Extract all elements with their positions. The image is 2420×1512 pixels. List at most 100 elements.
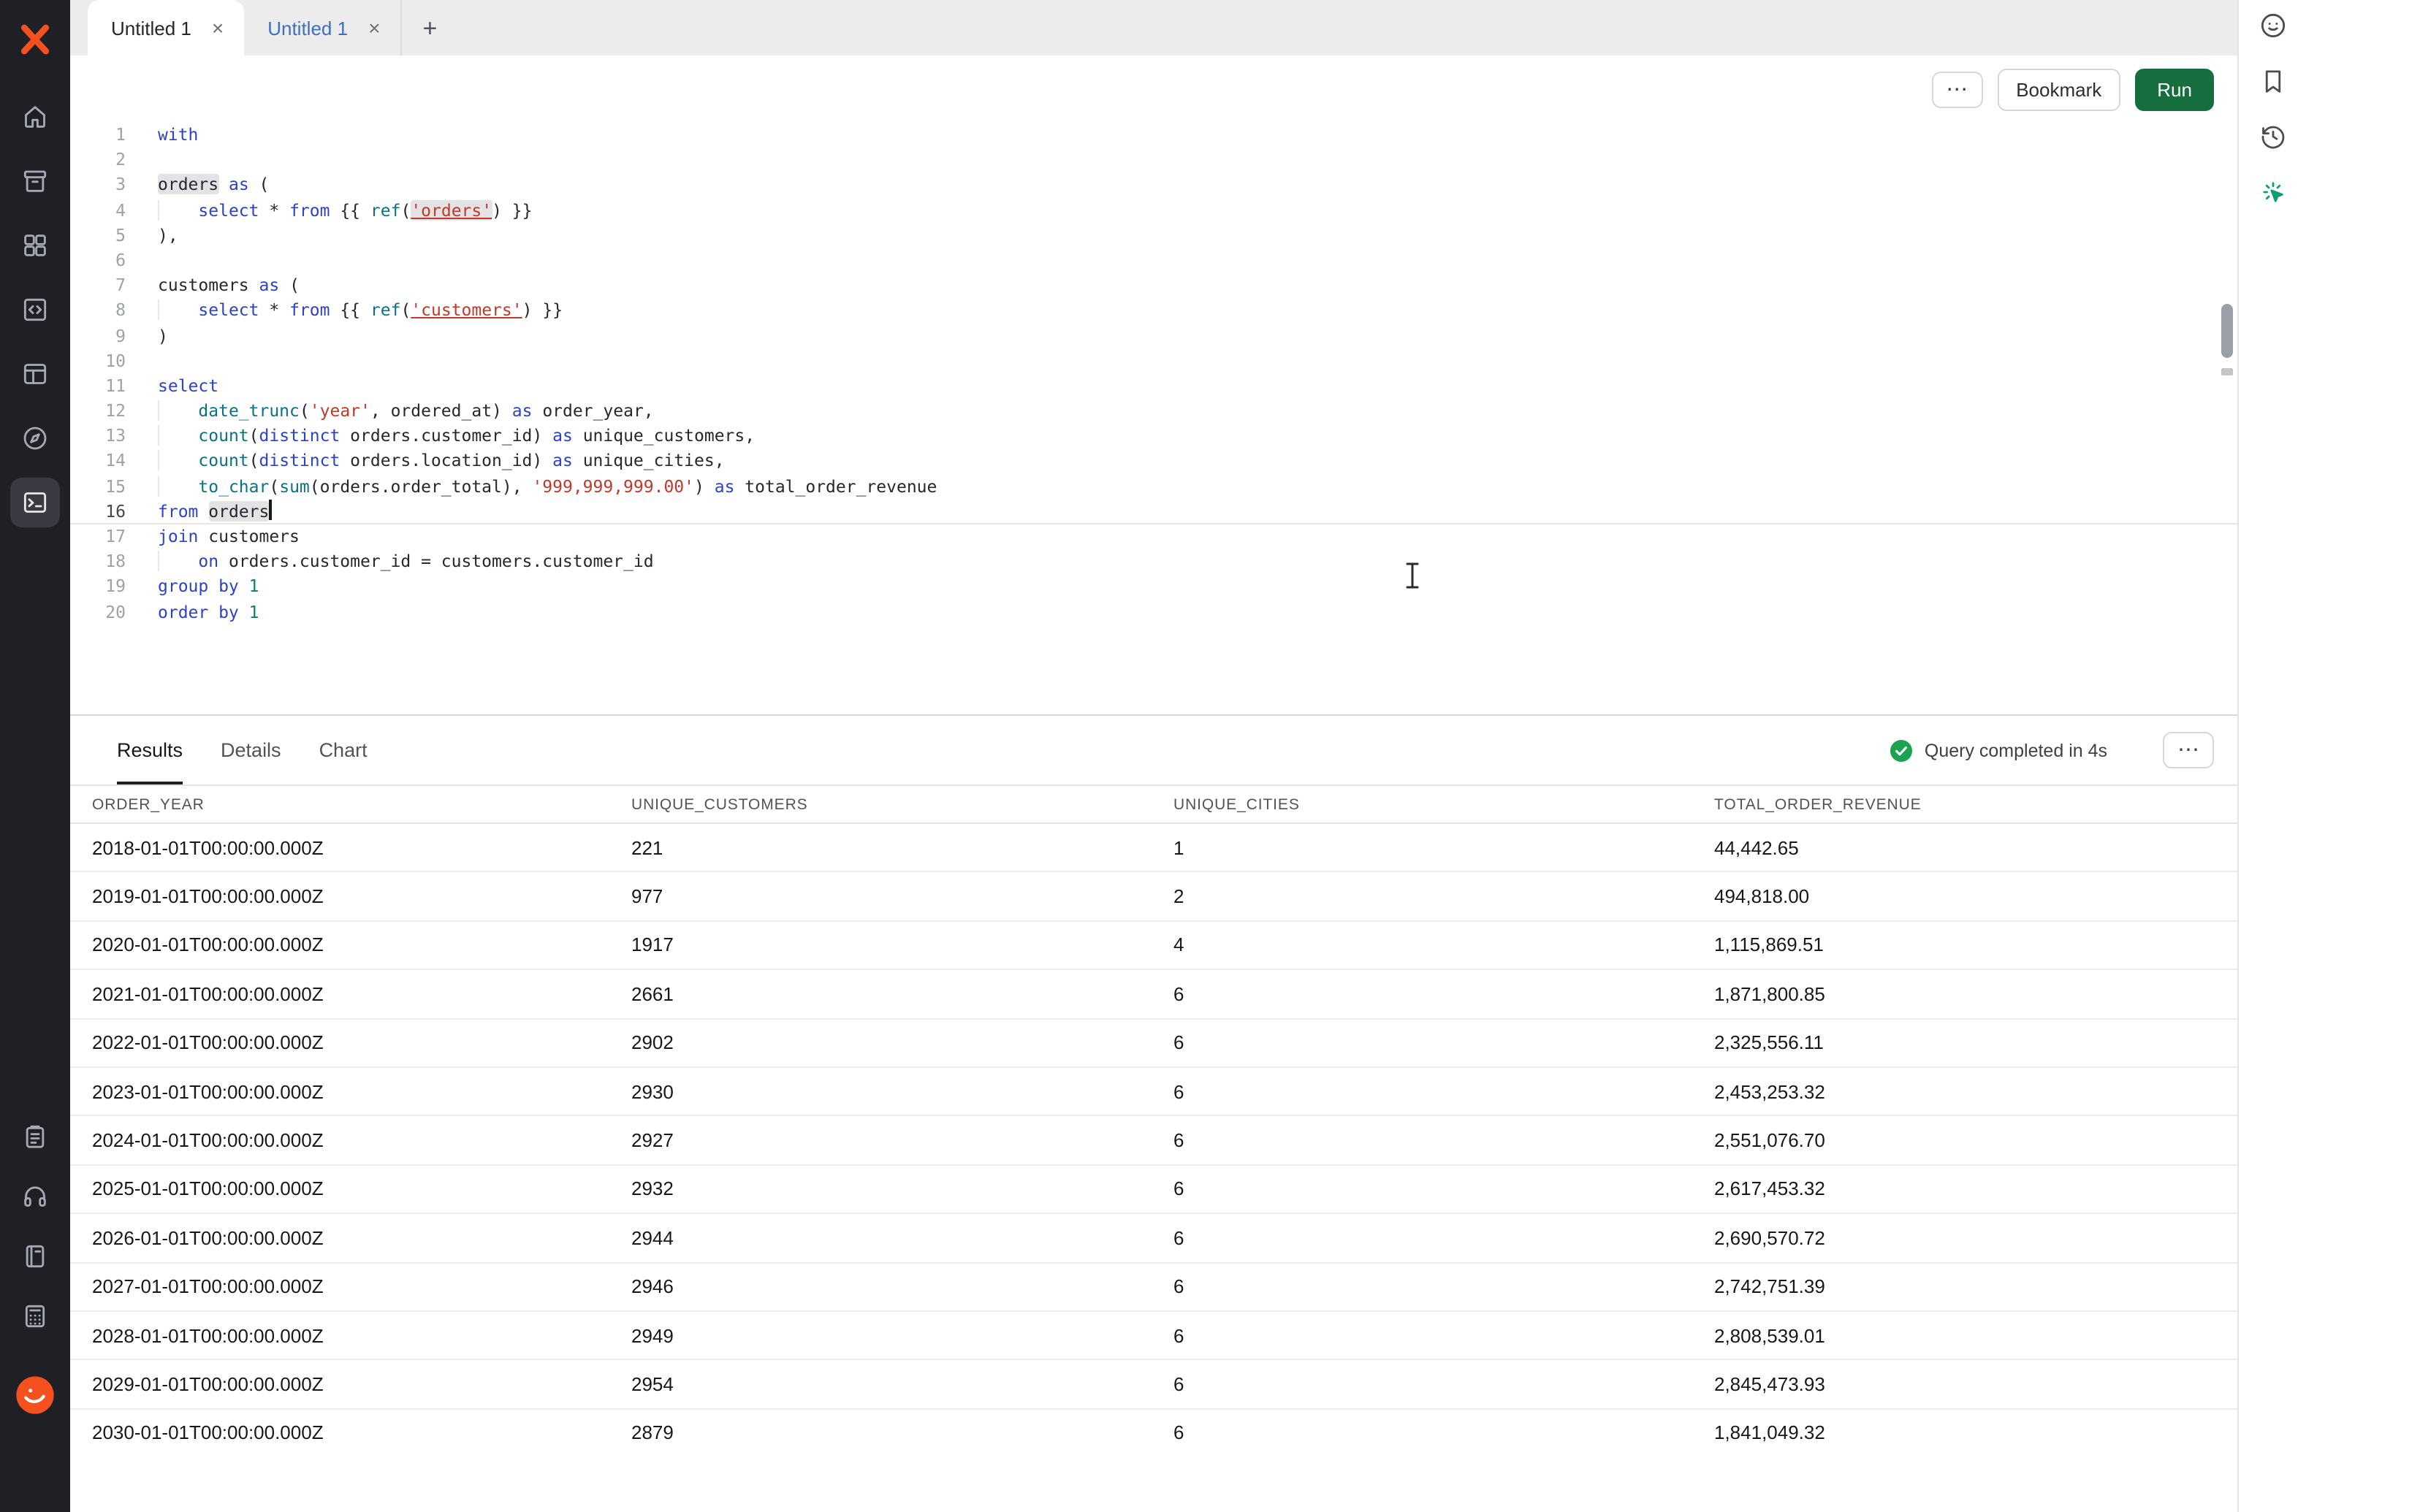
tab-results[interactable]: Results [117, 716, 183, 784]
code-text: ), [158, 224, 2237, 248]
check-circle-icon [1890, 738, 1913, 762]
editor-line-15[interactable]: 15 to_char(sum(orders.order_total), '999… [70, 474, 2237, 499]
tab-label: Untitled 1 [267, 17, 348, 39]
close-icon[interactable]: × [365, 15, 383, 41]
table-cell: 6 [1173, 1324, 1714, 1346]
calculator-icon[interactable] [10, 1291, 60, 1341]
explore-compass-icon[interactable] [10, 413, 60, 463]
editor-line-2[interactable]: 2 [70, 148, 2237, 172]
line-number: 1 [70, 123, 158, 148]
editor-line-9[interactable]: 9) [70, 324, 2237, 348]
editor-line-8[interactable]: 8 select * from {{ ref('customers') }} [70, 299, 2237, 324]
table-row[interactable]: 2019-01-01T00:00:00.000Z9772494,818.00 [70, 873, 2237, 922]
table-cell: 44,442.65 [1714, 836, 2237, 858]
editor-line-7[interactable]: 7customers as ( [70, 273, 2237, 298]
editor-scrollbar-thumb[interactable] [2221, 304, 2233, 358]
app-logo-icon[interactable] [13, 18, 57, 61]
editor-line-1[interactable]: 1with [70, 123, 2237, 148]
editor-line-10[interactable]: 10 [70, 348, 2237, 373]
copilot-icon[interactable] [2250, 3, 2294, 47]
column-header-unique-customers[interactable]: UNIQUE_CUSTOMERS [631, 795, 1173, 813]
table-cell: 6 [1173, 1032, 1714, 1054]
results-more-button[interactable]: ⋯ [2163, 732, 2214, 768]
table-cell: 6 [1173, 1373, 1714, 1395]
support-headphones-icon[interactable] [10, 1172, 60, 1221]
editor-line-12[interactable]: 12 date_trunc('year', ordered_at) as ord… [70, 399, 2237, 424]
run-button[interactable]: Run [2135, 68, 2214, 110]
editor-line-5[interactable]: 5), [70, 224, 2237, 248]
tab-details[interactable]: Details [221, 716, 281, 784]
table-cell: 2,742,751.39 [1714, 1275, 2237, 1297]
table-row[interactable]: 2021-01-01T00:00:00.000Z266161,871,800.8… [70, 970, 2237, 1019]
clipboard-icon[interactable] [10, 1112, 60, 1161]
table-cell: 2018-01-01T00:00:00.000Z [92, 836, 631, 858]
tab-untitled-1[interactable]: Untitled 1 × [88, 0, 244, 56]
editor-line-14[interactable]: 14 count(distinct orders.location_id) as… [70, 449, 2237, 474]
editor-line-13[interactable]: 13 count(distinct orders.customer_id) as… [70, 424, 2237, 449]
editor-line-18[interactable]: 18 on orders.customer_id = customers.cus… [70, 549, 2237, 574]
results-tab-bar: Results Details Chart Query completed in… [70, 716, 2237, 786]
bookmarks-icon[interactable] [2250, 58, 2294, 102]
table-cell: 2,845,473.93 [1714, 1373, 2237, 1395]
table-cell: 2879 [631, 1422, 1173, 1442]
table-row[interactable]: 2030-01-01T00:00:00.000Z287961,841,049.3… [70, 1409, 2237, 1442]
apps-grid-icon[interactable] [10, 221, 60, 270]
editor-line-6[interactable]: 6 [70, 248, 2237, 273]
table-row[interactable]: 2020-01-01T00:00:00.000Z191741,115,869.5… [70, 922, 2237, 971]
docs-book-icon[interactable] [10, 1232, 60, 1281]
table-row[interactable]: 2029-01-01T00:00:00.000Z295462,845,473.9… [70, 1361, 2237, 1410]
code-text: date_trunc('year', ordered_at) as order_… [158, 399, 2237, 424]
table-row[interactable]: 2023-01-01T00:00:00.000Z293062,453,253.3… [70, 1068, 2237, 1117]
terminal-editor-icon[interactable] [10, 478, 60, 527]
code-text: select * from {{ ref('customers') }} [158, 299, 2237, 324]
table-row[interactable]: 2025-01-01T00:00:00.000Z293262,617,453.3… [70, 1165, 2237, 1214]
column-header-unique-cities[interactable]: UNIQUE_CITIES [1173, 795, 1714, 813]
code-text: select [158, 374, 2237, 399]
line-number: 19 [70, 575, 158, 600]
line-number: 6 [70, 248, 158, 273]
table-cell: 2,325,556.11 [1714, 1032, 2237, 1054]
table-row[interactable]: 2027-01-01T00:00:00.000Z294662,742,751.3… [70, 1263, 2237, 1312]
editor-line-3[interactable]: 3orders as ( [70, 173, 2237, 198]
table-cell: 2,551,076.70 [1714, 1129, 2237, 1151]
bookmark-button[interactable]: Bookmark [1997, 68, 2120, 110]
editor-line-16[interactable]: 16from orders [70, 500, 2237, 524]
home-icon[interactable] [10, 92, 60, 142]
table-cell: 1917 [631, 934, 1173, 956]
editor-line-19[interactable]: 19group by 1 [70, 575, 2237, 600]
table-cell: 6 [1173, 1178, 1714, 1200]
table-row[interactable]: 2022-01-01T00:00:00.000Z290262,325,556.1… [70, 1019, 2237, 1068]
line-number: 2 [70, 148, 158, 172]
editor-line-11[interactable]: 11select [70, 374, 2237, 399]
line-number: 5 [70, 224, 158, 248]
history-clock-icon[interactable] [2250, 114, 2294, 158]
line-number: 3 [70, 173, 158, 198]
stack-icon[interactable] [10, 156, 60, 206]
table-cell: 1,841,049.32 [1714, 1422, 2237, 1442]
code-text: customers as ( [158, 273, 2237, 298]
cursor-select-icon[interactable] [2250, 169, 2294, 213]
line-number: 12 [70, 399, 158, 424]
editor-line-20[interactable]: 20order by 1 [70, 600, 2237, 625]
table-row[interactable]: 2018-01-01T00:00:00.000Z221144,442.65 [70, 824, 2237, 873]
add-tab-button[interactable]: + [402, 15, 457, 40]
close-icon[interactable]: × [209, 15, 227, 41]
user-avatar-icon[interactable] [9, 1369, 61, 1421]
sql-editor[interactable]: 1with23orders as (4 select * from {{ ref… [70, 123, 2237, 714]
editor-scrollbar-mark [2221, 368, 2233, 375]
more-options-button[interactable]: ⋯ [1931, 71, 1982, 107]
column-header-total-order-revenue[interactable]: TOTAL_ORDER_REVENUE [1714, 795, 2237, 813]
code-text: count(distinct orders.location_id) as un… [158, 449, 2237, 474]
column-header-order-year[interactable]: ORDER_YEAR [92, 795, 631, 813]
tab-chart[interactable]: Chart [319, 716, 368, 784]
left-sidebar [0, 0, 70, 1512]
table-row[interactable]: 2024-01-01T00:00:00.000Z292762,551,076.7… [70, 1117, 2237, 1166]
table-row[interactable]: 2028-01-01T00:00:00.000Z294962,808,539.0… [70, 1312, 2237, 1361]
code-editor-icon[interactable] [10, 285, 60, 335]
table-row[interactable]: 2026-01-01T00:00:00.000Z294462,690,570.7… [70, 1214, 2237, 1263]
code-text: from orders [158, 500, 2237, 524]
workspace-window-icon[interactable] [10, 349, 60, 399]
tab-untitled-2[interactable]: Untitled 1 × [244, 0, 402, 56]
editor-line-17[interactable]: 17join customers [70, 524, 2237, 549]
editor-line-4[interactable]: 4 select * from {{ ref('orders') }} [70, 198, 2237, 223]
